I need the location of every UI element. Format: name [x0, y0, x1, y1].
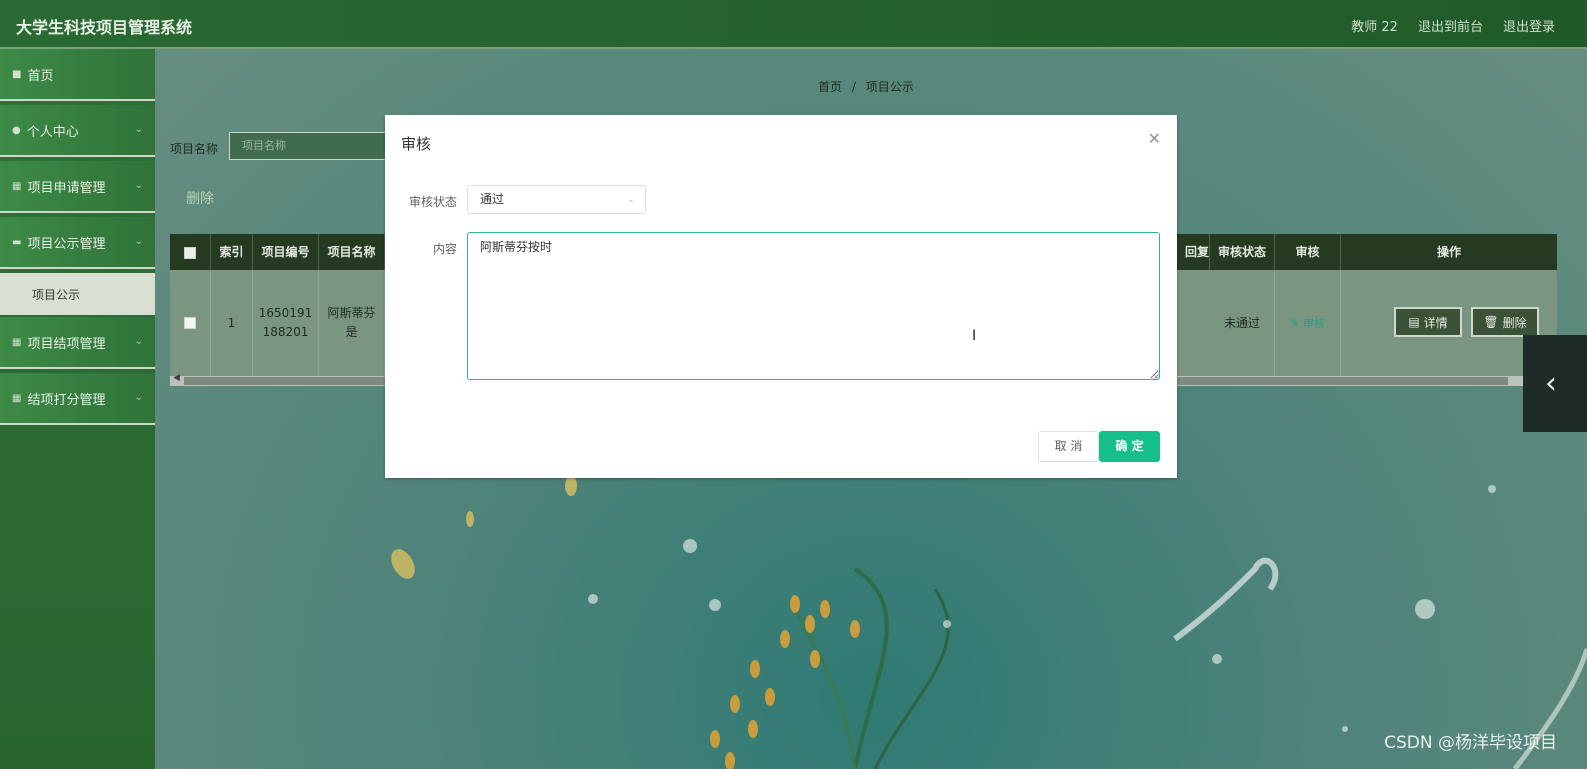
chevron-left-icon[interactable]: ‹ — [1523, 335, 1587, 432]
select-all-checkbox[interactable] — [184, 246, 196, 259]
breadcrumb-home[interactable]: 首页 — [818, 80, 842, 94]
chevron-down-icon: ⌄ — [134, 336, 143, 347]
chevron-down-icon: ⌄ — [134, 124, 143, 135]
cell-name: 阿斯蒂芬 是 — [319, 270, 385, 376]
sidebar-item-application[interactable]: ▦ 项目申请管理 ⌄ — [0, 161, 155, 213]
resize-grip-icon[interactable]: ⇲ — [1152, 372, 1159, 381]
chevron-down-icon: ⌄ — [134, 392, 143, 403]
breadcrumb: 首页 / 项目公示 — [818, 78, 914, 95]
audit-status-select[interactable]: 通过 ⌄ — [467, 185, 646, 214]
content-textarea[interactable] — [467, 232, 1160, 380]
scroll-left-icon[interactable]: ◀ — [173, 373, 180, 383]
audit-status-value: 通过 — [480, 192, 505, 206]
sidebar-subitem-publicity[interactable]: 项目公示 — [0, 273, 155, 315]
cell-name-line1: 阿斯蒂芬 — [327, 306, 376, 320]
audit-dialog: 审核 ✕ 审核状态 通过 ⌄ 内容 ⇲ I 取 消 确 定 — [385, 115, 1177, 478]
content-label: 内容 — [432, 242, 457, 256]
search-input[interactable]: 项目名称 — [229, 132, 389, 160]
text-cursor-icon: I — [972, 328, 977, 344]
home-icon: ■ — [12, 68, 22, 80]
trash-icon: 🗑 — [1483, 315, 1499, 329]
close-icon[interactable]: ✕ — [1148, 129, 1161, 148]
cell-name-line2: 是 — [345, 325, 358, 339]
sidebar-item-publicity[interactable]: ▬ 项目公示管理 ⌄ — [0, 217, 155, 269]
search-label: 项目名称 — [170, 142, 219, 156]
sidebar-item-scoring[interactable]: ▦ 结项打分管理 ⌄ — [0, 373, 155, 425]
audit-link-label: 审核 — [1302, 316, 1325, 330]
delete-button-label: 删除 — [1502, 315, 1527, 330]
sidebar-item-label: 项目公示管理 — [27, 236, 106, 252]
edit-icon: ✎ — [1290, 316, 1303, 330]
folder-icon: ▬ — [12, 236, 22, 248]
audit-link[interactable]: ✎ 审核 — [1290, 314, 1325, 333]
grid-icon: ▦ — [12, 180, 22, 192]
current-user: 教师 22 — [1351, 20, 1398, 35]
sidebar-item-label: 个人中心 — [26, 124, 79, 140]
col-audit: 审核 — [1275, 234, 1341, 270]
sidebar-item-home[interactable]: ■ 首页 — [0, 49, 155, 101]
confirm-button[interactable]: 确 定 — [1099, 431, 1160, 462]
col-index: 索引 — [211, 234, 253, 270]
delete-button[interactable]: 🗑 删除 — [1471, 307, 1539, 337]
header-actions: 教师 22 退出到前台 退出登录 — [1351, 16, 1555, 35]
cell-audit: ✎ 审核 — [1275, 270, 1341, 376]
row-select-cell — [170, 270, 211, 376]
sidebar-item-label: 项目结项管理 — [27, 336, 106, 352]
cell-number-line2: 188201 — [262, 325, 309, 339]
cell-audit-status: 未通过 — [1210, 270, 1275, 376]
app-title: 大学生科技项目管理系统 — [16, 18, 193, 37]
grid-icon: ▦ — [12, 392, 22, 404]
detail-button[interactable]: ▤ 详情 — [1394, 307, 1462, 337]
col-actions: 操作 — [1436, 245, 1461, 259]
col-name: 项目名称 — [319, 234, 385, 270]
grid-icon: ▦ — [12, 336, 22, 348]
detail-button-label: 详情 — [1423, 315, 1448, 330]
sidebar-item-label: 项目申请管理 — [27, 180, 106, 196]
top-header: 大学生科技项目管理系统 教师 22 退出到前台 退出登录 — [0, 0, 1587, 49]
col-audit-status: 审核状态 — [1210, 234, 1275, 270]
col-reply: 回复 — [1175, 234, 1210, 270]
cell-number-line1: 1650191 — [258, 306, 313, 320]
sidebar: ■ 首页 ● 个人中心 ⌄ ▦ 项目申请管理 ⌄ ▬ 项目公示管理 ⌄ 项目公示… — [0, 49, 155, 769]
document-icon: ▤ — [1408, 315, 1420, 329]
cell-index: 1 — [211, 270, 253, 376]
row-checkbox[interactable] — [184, 317, 196, 329]
sidebar-item-completion[interactable]: ▦ 项目结项管理 ⌄ — [0, 317, 155, 369]
breadcrumb-current: 项目公示 — [865, 80, 914, 94]
select-all-cell — [170, 234, 211, 270]
back-to-front-link[interactable]: 退出到前台 — [1418, 16, 1483, 35]
sidebar-item-profile[interactable]: ● 个人中心 ⌄ — [0, 105, 155, 157]
breadcrumb-separator: / — [851, 80, 856, 94]
chevron-down-icon: ⌄ — [134, 180, 143, 191]
sidebar-item-label: 结项打分管理 — [27, 392, 106, 408]
logout-link[interactable]: 退出登录 — [1503, 16, 1555, 35]
watermark: CSDN @杨洋毕设项目 — [1384, 733, 1557, 753]
dialog-title: 审核 — [401, 135, 432, 153]
sidebar-item-label: 首页 — [27, 68, 54, 84]
bulk-delete-button[interactable]: 删除 — [186, 188, 214, 208]
status-label: 审核状态 — [408, 195, 457, 209]
chevron-down-icon: ⌄ — [134, 236, 143, 247]
chevron-down-icon: ⌄ — [626, 194, 635, 205]
cell-number: 1650191 188201 — [253, 270, 319, 376]
cancel-button[interactable]: 取 消 — [1038, 431, 1099, 462]
user-icon: ● — [12, 124, 21, 136]
col-number: 项目编号 — [253, 234, 319, 270]
